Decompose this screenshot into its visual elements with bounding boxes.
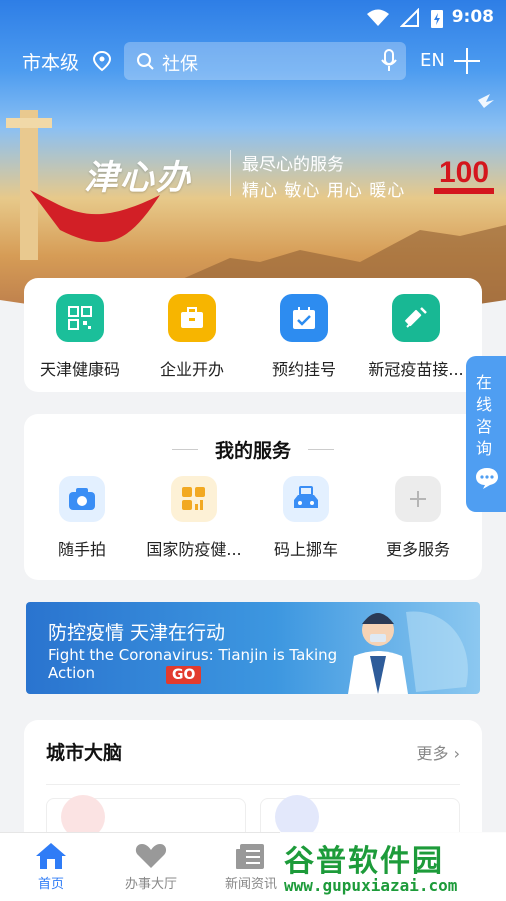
banner-go-button[interactable]: GO	[166, 666, 202, 684]
more-label: 更多	[416, 744, 449, 763]
service-move-car[interactable]: 码上挪车	[250, 476, 362, 560]
quick-action-label: 天津健康码	[39, 360, 120, 379]
quick-action-label: 企业开办	[159, 360, 224, 379]
tab-label: 办事大厅	[124, 877, 177, 892]
location-pin-icon[interactable]	[92, 50, 112, 72]
status-bar: 9:08	[0, 0, 506, 34]
online-consult-tab[interactable]: 在线咨询	[466, 356, 506, 512]
card-divider	[46, 784, 460, 785]
hero-slogan-1: 最尽心的服务	[242, 155, 344, 175]
service-label: 随手拍	[57, 540, 106, 559]
syringe-icon	[392, 294, 440, 342]
wifi-icon	[367, 9, 389, 26]
quick-action-business-setup[interactable]: 企业开办	[136, 294, 248, 380]
tab-service-hall[interactable]: 办事大厅	[106, 839, 196, 892]
quick-action-appointment[interactable]: 预约挂号	[248, 294, 360, 380]
more-link[interactable]: 更多 ›	[416, 740, 460, 764]
camera-icon	[59, 476, 105, 522]
news-icon	[236, 844, 264, 869]
search-icon	[137, 53, 154, 70]
search-box[interactable]: 社保	[124, 42, 406, 80]
my-services-card: 我的服务 随手拍 国家防疫健... 码上挪车 更多服务	[24, 414, 482, 580]
banner-title: 防控疫情 天津在行动	[48, 622, 226, 644]
quick-action-label: 预约挂号	[271, 360, 336, 379]
service-epidemic-health[interactable]: 国家防疫健...	[138, 476, 250, 560]
calendar-check-icon	[280, 294, 328, 342]
hero-slogan-2: 精心 敏心 用心 暖心	[242, 181, 406, 201]
heart-hands-icon	[135, 844, 167, 868]
promo-banner[interactable]: 防控疫情 天津在行动 Fight the Coronavirus: Tianji…	[26, 602, 480, 694]
clock: 9:08	[451, 7, 494, 27]
briefcase-icon	[168, 294, 216, 342]
service-label: 更多服务	[385, 540, 450, 559]
hero-divider	[230, 150, 231, 196]
watermark-brand: 谷普软件园	[284, 844, 444, 879]
microphone-icon[interactable]	[380, 49, 398, 73]
service-snapshot[interactable]: 随手拍	[26, 476, 138, 560]
city-brain-title: 城市大脑	[46, 742, 123, 764]
language-toggle[interactable]: EN	[420, 50, 445, 71]
title-line-right	[308, 449, 334, 450]
service-label: 国家防疫健...	[146, 540, 242, 559]
centenary-badge: 100	[430, 150, 498, 200]
city-brain-card: 城市大脑 更多 ›	[24, 720, 482, 860]
badge-number: 100	[439, 156, 489, 189]
home-icon	[36, 843, 66, 869]
consult-label: 在线咨询	[476, 373, 493, 458]
tab-home[interactable]: 首页	[6, 839, 96, 892]
plus-icon	[395, 476, 441, 522]
quick-actions-card: 天津健康码 企业开办 预约挂号 新冠疫苗接...	[24, 278, 482, 392]
service-label: 码上挪车	[273, 540, 338, 559]
car-icon	[283, 476, 329, 522]
tab-label: 首页	[37, 877, 64, 892]
doctor-illustration	[348, 611, 468, 694]
watermark-url: www.gupuxiazai.com	[284, 876, 458, 895]
chat-bubble-icon	[476, 468, 498, 489]
grid-chart-icon	[171, 476, 217, 522]
quick-action-vaccine[interactable]: 新冠疫苗接...	[360, 294, 472, 380]
no-signal-icon	[400, 8, 419, 27]
region-selector[interactable]: 市本级	[22, 48, 79, 75]
top-bar: 市本级 社保 EN	[0, 42, 506, 82]
quick-action-label: 新冠疫苗接...	[368, 360, 464, 379]
add-icon[interactable]	[452, 44, 482, 78]
quick-action-health-code[interactable]: 天津健康码	[24, 294, 136, 380]
my-services-title: 我的服务	[214, 440, 291, 462]
search-input[interactable]: 社保	[162, 50, 198, 76]
brand-logo: 津心办	[84, 158, 192, 198]
chevron-right-icon: ›	[453, 744, 460, 763]
watermark: 谷普软件园 www.gupuxiazai.com	[280, 832, 506, 900]
battery-charging-icon	[431, 10, 443, 28]
carousel-indicator	[232, 682, 336, 694]
qr-code-icon	[56, 294, 104, 342]
service-more[interactable]: 更多服务	[362, 476, 474, 560]
